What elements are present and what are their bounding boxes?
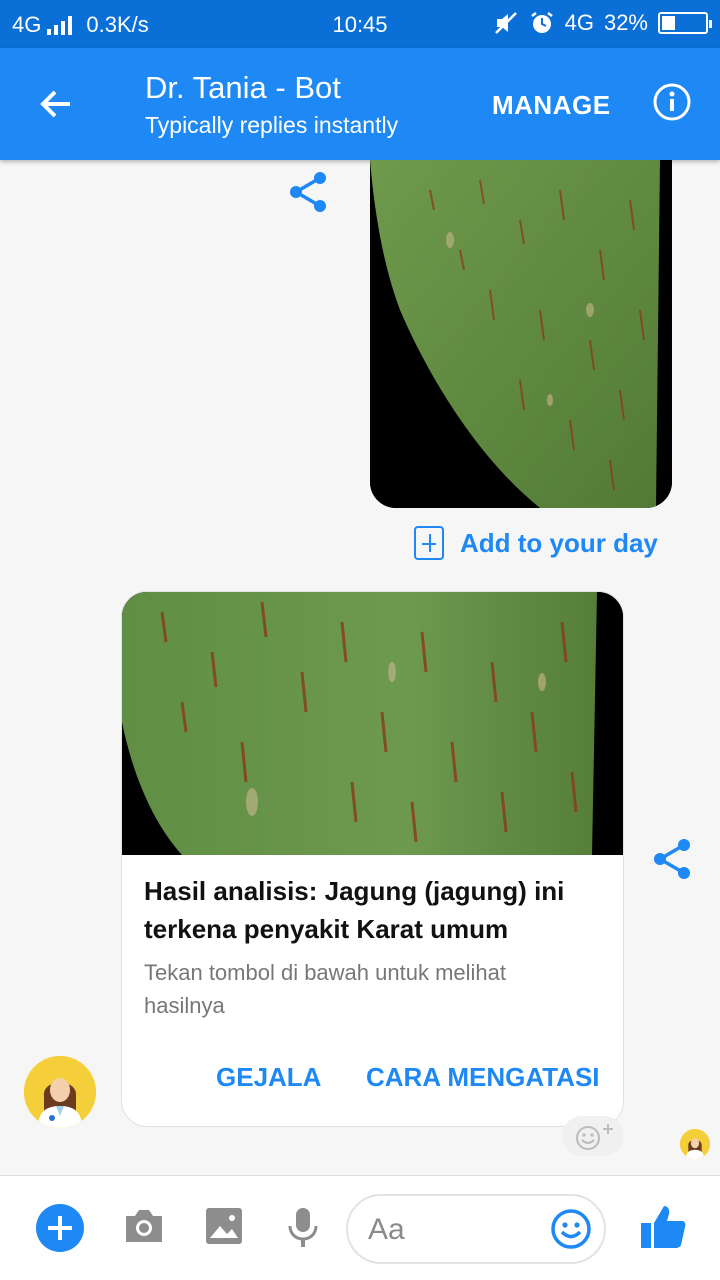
manage-button[interactable]: MANAGE: [492, 90, 611, 121]
composer-bar: [0, 1175, 720, 1280]
card-title: Hasil analisis: Jagung (jagung) ini terk…: [144, 876, 565, 944]
leaf-closeup-photo: [122, 592, 623, 855]
share-icon[interactable]: [652, 837, 692, 881]
doctor-avatar-small-icon: [680, 1129, 710, 1159]
alarm-icon: [530, 12, 553, 33]
card-image[interactable]: [122, 592, 623, 855]
cara-mengatasi-button[interactable]: CARA MENGATASI: [366, 1062, 600, 1093]
app-bar: Dr. Tania - Bot Typically replies instan…: [0, 48, 720, 160]
message-list[interactable]: Add to your day Hasil analisis: Jagung (…: [0, 160, 720, 1175]
seen-avatar: [680, 1129, 710, 1159]
back-arrow-icon: [40, 90, 70, 118]
camera-icon[interactable]: [122, 1206, 166, 1246]
battery-fill: [662, 16, 676, 30]
network-type-right: 4G: [564, 10, 594, 35]
more-actions-button[interactable]: [36, 1204, 84, 1252]
thumbs-up-icon[interactable]: [638, 1202, 688, 1252]
gejala-button[interactable]: GEJALA: [216, 1062, 321, 1093]
bot-avatar[interactable]: [24, 1056, 96, 1128]
chat-title[interactable]: Dr. Tania - Bot: [145, 70, 341, 106]
back-button[interactable]: [30, 78, 82, 130]
card-subtitle: Tekan tombol di bawah untuk melihat hasi…: [144, 960, 506, 1018]
plus-square-icon: [414, 526, 444, 560]
add-to-day-button[interactable]: Add to your day: [414, 526, 658, 560]
react-button[interactable]: [562, 1116, 624, 1156]
message-input-wrapper[interactable]: [346, 1194, 606, 1264]
leaf-photo: [370, 160, 672, 508]
emoji-icon[interactable]: [550, 1208, 592, 1250]
sent-image[interactable]: [370, 160, 672, 508]
mic-icon[interactable]: [286, 1206, 320, 1250]
image-icon[interactable]: [204, 1206, 244, 1246]
status-bar: 4G 0.3K/s 10:45 4G 32%: [0, 0, 720, 48]
doctor-avatar-icon: [24, 1056, 96, 1128]
add-reaction-icon: [576, 1124, 613, 1150]
info-icon[interactable]: [652, 82, 692, 122]
battery-icon: [658, 12, 712, 34]
battery-percent: 32%: [603, 10, 648, 35]
result-card: Hasil analisis: Jagung (jagung) ini terk…: [121, 591, 624, 1127]
chat-subtitle: Typically replies instantly: [145, 112, 399, 138]
message-input[interactable]: [368, 1210, 548, 1250]
share-icon[interactable]: [288, 170, 328, 214]
mute-icon: [494, 12, 517, 34]
add-to-day-label: Add to your day: [460, 527, 658, 558]
